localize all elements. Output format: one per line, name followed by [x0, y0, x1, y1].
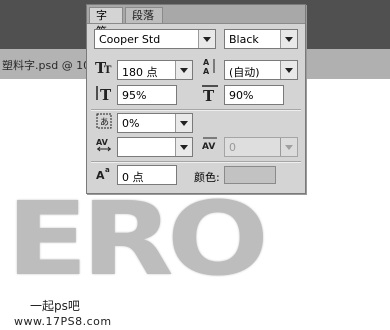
tracking-dropdown: 0: [224, 137, 298, 157]
svg-text:T: T: [104, 65, 112, 76]
svg-text:T: T: [100, 86, 112, 102]
svg-text:AV: AV: [96, 138, 109, 147]
horizontal-scale-field[interactable]: 90%: [224, 85, 284, 105]
tracking-value: 0: [229, 141, 236, 154]
text-color-swatch[interactable]: [224, 166, 276, 184]
leading-dropdown[interactable]: (自动): [224, 60, 298, 80]
canvas-text: ERO: [6, 180, 269, 299]
kerning-dropdown[interactable]: [117, 137, 193, 157]
vertical-scale-value: 95%: [122, 89, 147, 102]
chevron-down-icon[interactable]: [280, 30, 297, 48]
svg-text:a: a: [105, 166, 110, 174]
tsume-dropdown[interactable]: 0%: [117, 113, 193, 133]
font-size-icon: TT: [95, 58, 113, 76]
character-panel: 字符 段落 Cooper Std Black TT 180 点 AA (自动) …: [86, 4, 306, 194]
font-style-dropdown[interactable]: Black: [224, 29, 298, 49]
svg-text:あ: あ: [100, 117, 109, 128]
baseline-shift-field[interactable]: 0 点: [117, 165, 177, 185]
kerning-icon: AV: [95, 136, 113, 154]
tsume-value: 0%: [122, 117, 140, 130]
baseline-shift-value: 0 点: [122, 171, 144, 184]
panel-divider: [91, 161, 301, 163]
tab-paragraph[interactable]: 段落: [125, 7, 163, 23]
font-style-value: Black: [229, 33, 259, 46]
color-label: 颜色:: [194, 171, 220, 184]
svg-text:AV: AV: [202, 142, 215, 152]
font-family-value: Cooper Std: [99, 33, 161, 46]
document-tab[interactable]: 塑料字.psd @ 10: [0, 49, 100, 79]
chevron-down-icon[interactable]: [198, 30, 215, 48]
chevron-down-icon[interactable]: [280, 61, 297, 79]
panel-divider: [91, 109, 301, 111]
leading-value: (自动): [229, 66, 260, 79]
horizontal-scale-value: 90%: [229, 89, 254, 102]
vertical-scale-field[interactable]: 95%: [117, 85, 177, 105]
panel-tabstrip: 字符 段落: [87, 5, 305, 38]
font-size-value: 180 点: [122, 66, 158, 79]
vertical-scale-icon: T: [95, 84, 113, 102]
watermark-site-name: 一起ps吧: [30, 299, 80, 313]
font-size-dropdown[interactable]: 180 点: [117, 60, 193, 80]
tab-character[interactable]: 字符: [89, 7, 123, 38]
tracking-icon: AV: [201, 136, 219, 154]
leading-icon: AA: [201, 57, 219, 75]
svg-text:A: A: [203, 58, 210, 67]
chevron-down-icon[interactable]: [175, 138, 192, 156]
svg-text:A: A: [96, 169, 105, 182]
chevron-down-icon[interactable]: [175, 61, 192, 79]
chevron-down-icon[interactable]: [175, 114, 192, 132]
tsume-icon: あ: [95, 112, 113, 130]
watermark-url: www.17PS8.com: [14, 315, 112, 328]
chevron-down-icon: [280, 138, 297, 156]
svg-text:A: A: [203, 67, 210, 75]
svg-text:T: T: [203, 87, 215, 102]
font-family-dropdown[interactable]: Cooper Std: [94, 29, 216, 49]
baseline-shift-icon: Aa: [95, 164, 113, 182]
horizontal-scale-icon: T: [201, 84, 219, 102]
document-tab-title: 塑料字.psd @ 10: [2, 59, 91, 72]
